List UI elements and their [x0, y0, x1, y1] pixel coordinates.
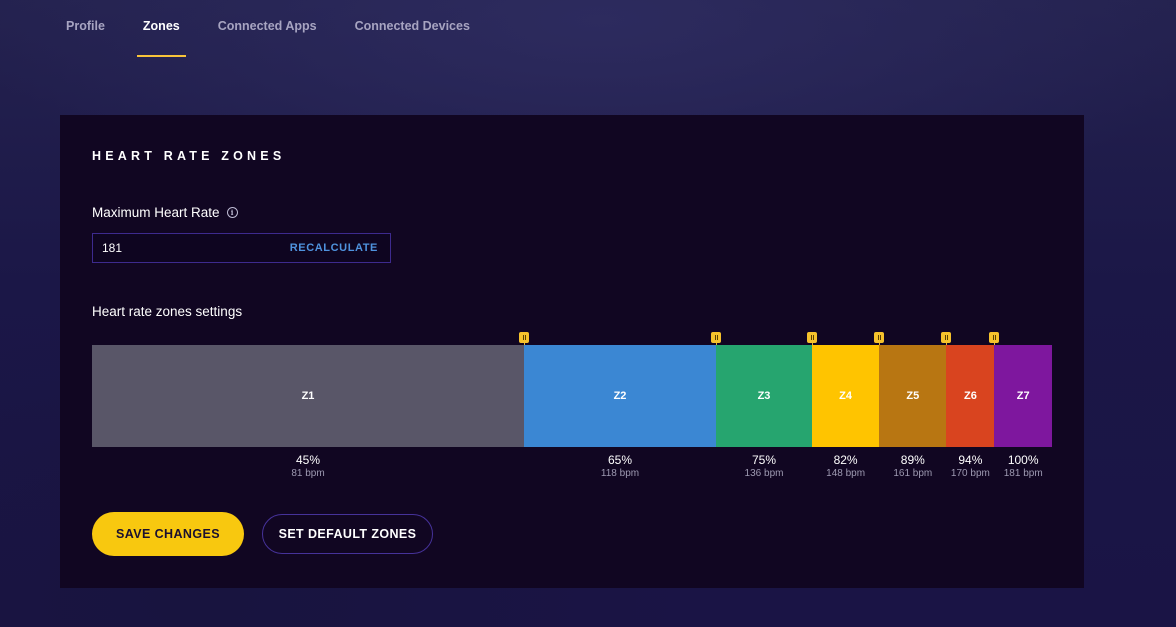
zone-segment-z7: Z7	[994, 345, 1052, 447]
zone-drag-handle[interactable]	[807, 332, 817, 343]
zone-percent: 75%	[751, 453, 777, 467]
set-default-zones-button[interactable]: SET DEFAULT ZONES	[262, 514, 433, 554]
tab-zones[interactable]: Zones	[136, 0, 186, 60]
zone-segment-z2: Z2	[524, 345, 716, 447]
zone-percent: 89%	[900, 453, 925, 467]
section-title: HEART RATE ZONES	[92, 149, 286, 163]
zone-drag-handle[interactable]	[711, 332, 721, 343]
zone-drag-handle[interactable]	[874, 332, 885, 343]
zone-drag-handle[interactable]	[989, 332, 1000, 343]
max-heart-rate-label-text: Maximum Heart Rate	[92, 205, 220, 220]
zone-drag-handle[interactable]	[519, 332, 529, 343]
zone-percent: 94%	[958, 453, 983, 467]
zone-segment-z5: Z5	[879, 345, 947, 447]
zone-label: Z7	[1016, 390, 1030, 402]
zone-percent: 82%	[833, 453, 858, 467]
zone-percent: 65%	[607, 453, 633, 467]
zone-label: Z4	[839, 390, 853, 402]
zone-segment-z1: Z1	[92, 345, 524, 447]
max-heart-rate-input[interactable]: 181	[102, 241, 122, 255]
zone-threshold-label: 100% 181 bpm	[1004, 453, 1043, 481]
zone-percent: 100%	[1007, 453, 1039, 467]
zone-bar: Z1 Z2 Z3 Z4 Z5 Z6 Z7	[92, 332, 1052, 447]
zone-bpm: 161 bpm	[893, 468, 933, 479]
zone-segment-z4: Z4	[812, 345, 880, 447]
zone-threshold-label: 45% 81 bpm	[291, 453, 324, 481]
recalculate-button[interactable]: RECALCULATE	[290, 242, 378, 254]
tab-profile[interactable]: Profile	[66, 0, 105, 60]
zone-label: Z5	[906, 390, 920, 402]
tab-connected-apps[interactable]: Connected Apps	[218, 0, 317, 60]
max-heart-rate-label: Maximum Heart Rate i	[92, 205, 238, 220]
zones-settings-label: Heart rate zones settings	[92, 304, 243, 319]
zone-threshold-label: 75% 136 bpm	[745, 453, 784, 481]
zone-label: Z3	[757, 390, 771, 402]
zone-label: Z1	[301, 390, 315, 402]
zone-bpm: 81 bpm	[291, 468, 325, 479]
zone-threshold-label: 65% 118 bpm	[601, 453, 639, 481]
zone-threshold-label: 89% 161 bpm	[893, 453, 932, 481]
tab-connected-devices[interactable]: Connected Devices	[355, 0, 470, 60]
zone-threshold-label: 82% 148 bpm	[826, 453, 865, 481]
zone-bpm: 170 bpm	[950, 468, 990, 479]
zone-threshold-label: 94% 170 bpm	[951, 453, 990, 481]
zone-bpm: 181 bpm	[1003, 468, 1043, 479]
zone-label: Z6	[963, 390, 977, 402]
heart-rate-zones-panel: HEART RATE ZONES Maximum Heart Rate i 18…	[60, 115, 1084, 588]
zone-segment-z6: Z6	[946, 345, 995, 447]
max-heart-rate-field[interactable]: 181 RECALCULATE	[92, 233, 391, 263]
info-icon[interactable]: i	[226, 207, 238, 218]
zone-drag-handle[interactable]	[941, 332, 952, 343]
zone-label: Z2	[613, 390, 627, 402]
zone-percent: 45%	[295, 453, 321, 467]
zone-bpm: 148 bpm	[826, 468, 866, 479]
save-changes-button[interactable]: SAVE CHANGES	[92, 512, 244, 556]
zone-bpm: 136 bpm	[744, 468, 784, 479]
settings-tabs: Profile Zones Connected Apps Connected D…	[66, 0, 508, 60]
zone-segment-z3: Z3	[716, 345, 812, 447]
zone-bpm: 118 bpm	[600, 468, 640, 479]
